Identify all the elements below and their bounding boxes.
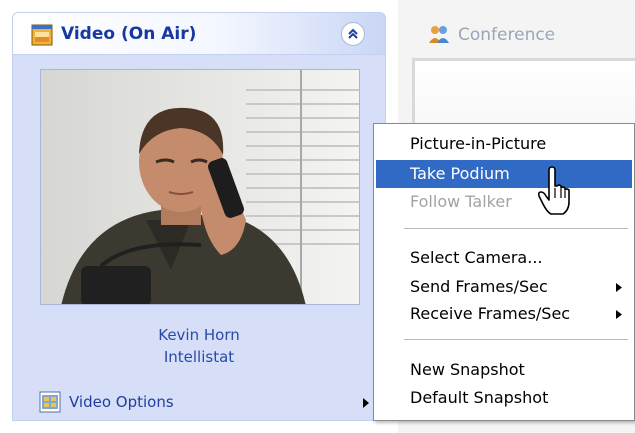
menu-item-receive-frames-sec[interactable]: Receive Frames/Sec	[376, 300, 632, 328]
menu-item-send-frames-sec[interactable]: Send Frames/Sec	[376, 273, 632, 301]
caller-name: Kevin Horn	[158, 326, 240, 344]
menu-item-new-snapshot[interactable]: New Snapshot	[376, 356, 632, 384]
video-panel-title: Video (On Air)	[61, 24, 197, 44]
menu-separator	[404, 228, 628, 229]
menu-item-follow-talker[interactable]: Follow Talker	[376, 188, 632, 216]
video-feed[interactable]	[40, 69, 360, 305]
menu-item-label: Take Podium	[410, 164, 510, 183]
video-panel-header[interactable]: Video (On Air)	[13, 13, 385, 55]
menu-item-default-snapshot[interactable]: Default Snapshot	[376, 384, 632, 412]
caller-video-image	[41, 70, 359, 304]
menu-item-label: Follow Talker	[410, 192, 512, 211]
menu-item-select-camera[interactable]: Select Camera...	[376, 244, 632, 272]
menu-item-label: Picture-in-Picture	[410, 134, 547, 153]
menu-item-picture-in-picture[interactable]: Picture-in-Picture	[376, 130, 632, 158]
menu-separator	[404, 339, 628, 340]
collapse-button[interactable]	[341, 22, 365, 46]
conference-icon	[429, 26, 449, 43]
video-options-button[interactable]: Video Options	[39, 391, 379, 415]
menu-item-label: Send Frames/Sec	[410, 277, 548, 296]
submenu-arrow-icon	[616, 310, 622, 319]
conference-title: Conference	[458, 25, 556, 45]
collapse-chevrons-icon	[348, 28, 358, 39]
menu-item-label: Default Snapshot	[410, 388, 549, 407]
hand-cursor-icon	[537, 166, 570, 215]
menu-item-label: Select Camera...	[410, 248, 543, 267]
video-window-icon	[31, 24, 53, 46]
caller-organization: Intellistat	[163, 348, 235, 366]
submenu-arrow-icon	[363, 398, 369, 408]
submenu-arrow-icon	[616, 283, 622, 292]
conference-header[interactable]: Conference	[398, 12, 635, 72]
menu-item-take-podium[interactable]: Take Podium	[376, 160, 632, 188]
video-options-icon	[39, 391, 61, 413]
menu-item-label: Receive Frames/Sec	[410, 304, 571, 323]
menu-item-label: New Snapshot	[410, 360, 525, 379]
video-context-menu: Picture-in-Picture Take Podium Follow Ta…	[373, 123, 635, 421]
video-panel: Video (On Air) Kevin Horn Intellistat Vi…	[12, 12, 386, 421]
video-options-label: Video Options	[69, 393, 174, 411]
